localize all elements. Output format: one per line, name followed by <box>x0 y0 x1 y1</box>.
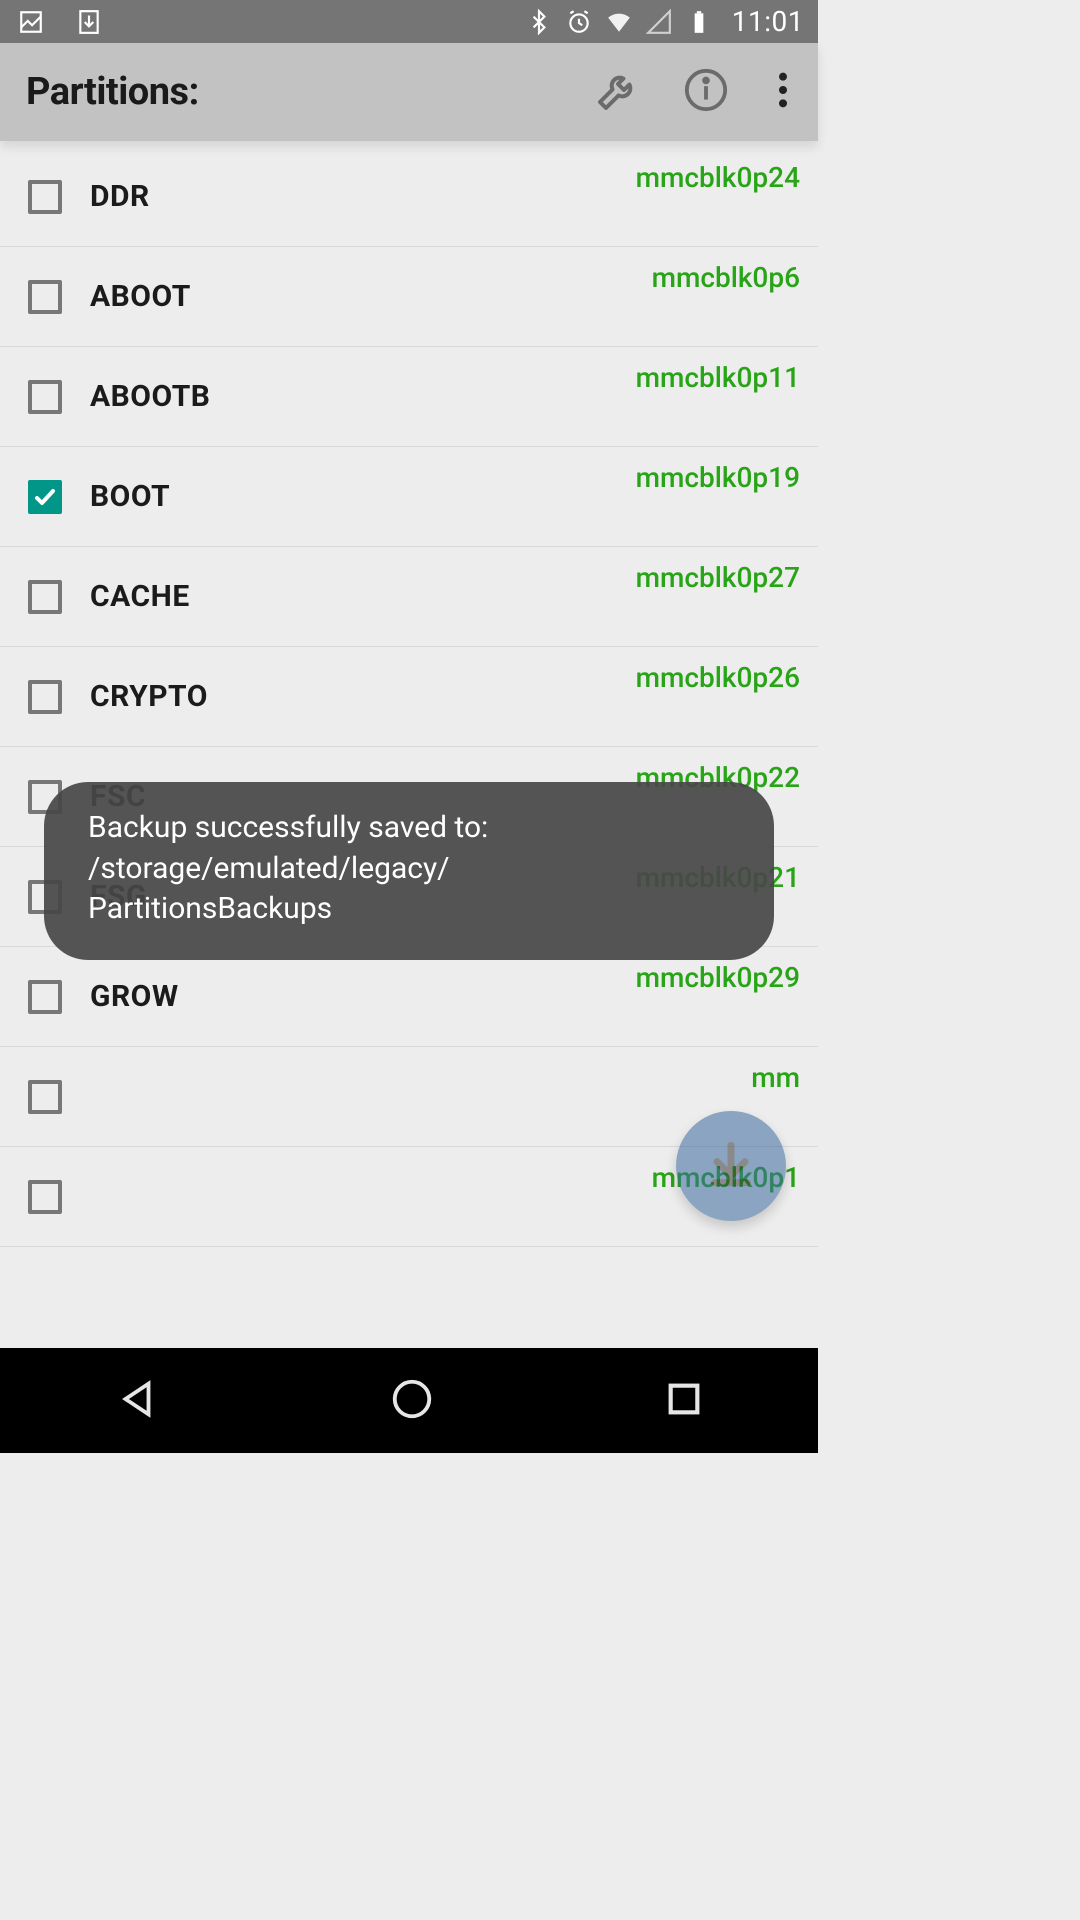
partition-device: mmcblk0p27 <box>636 561 800 594</box>
partition-row[interactable]: GROW mmcblk0p29 <box>0 947 818 1047</box>
home-button[interactable] <box>389 1376 435 1426</box>
status-left <box>18 9 102 35</box>
alarm-icon <box>566 9 592 35</box>
partition-row[interactable]: ABOOTB mmcblk0p11 <box>0 347 818 447</box>
back-icon <box>114 1407 160 1426</box>
status-bar: 11:01 <box>0 0 818 43</box>
partition-row[interactable]: CACHE mmcblk0p27 <box>0 547 818 647</box>
more-vert-icon <box>778 70 788 114</box>
picture-icon <box>18 9 44 35</box>
wrench-button[interactable] <box>592 66 644 118</box>
app-bar: Partitions: <box>0 43 818 141</box>
info-icon <box>683 67 729 117</box>
partition-checkbox[interactable] <box>28 980 62 1014</box>
partition-device: mmcblk0p24 <box>636 161 800 194</box>
navigation-bar <box>0 1348 818 1453</box>
partition-name: GROW <box>90 979 179 1014</box>
partition-checkbox[interactable] <box>28 480 62 514</box>
info-button[interactable] <box>680 66 732 118</box>
app-actions <box>592 66 798 118</box>
download-fab[interactable] <box>676 1111 786 1221</box>
partition-row[interactable]: CRYPTO mmcblk0p26 <box>0 647 818 747</box>
partition-device: mmcblk0p11 <box>636 361 800 394</box>
toast: Backup successfully saved to: /storage/e… <box>44 782 774 960</box>
wifi-icon <box>606 9 632 35</box>
partition-checkbox[interactable] <box>28 1180 62 1214</box>
partition-name: DDR <box>90 179 150 214</box>
partition-row[interactable]: BOOT mmcblk0p19 <box>0 447 818 547</box>
partition-row[interactable]: ABOOT mmcblk0p6 <box>0 247 818 347</box>
back-button[interactable] <box>114 1376 160 1426</box>
toast-line: PartitionsBackups <box>88 889 730 930</box>
wrench-icon <box>594 66 642 118</box>
toast-line: Backup successfully saved to: <box>88 808 730 849</box>
partition-name: ABOOT <box>90 279 191 314</box>
partition-name: CRYPTO <box>90 679 208 714</box>
partition-checkbox[interactable] <box>28 180 62 214</box>
partition-checkbox[interactable] <box>28 380 62 414</box>
partition-device: mmcblk0p6 <box>652 261 800 294</box>
home-icon <box>389 1407 435 1426</box>
partition-device: mmcblk0p29 <box>636 961 800 994</box>
partition-device: mmcblk0p26 <box>636 661 800 694</box>
battery-icon <box>686 9 712 35</box>
partition-row[interactable]: DDR mmcblk0p24 <box>0 147 818 247</box>
partition-checkbox[interactable] <box>28 280 62 314</box>
toast-line: /storage/emulated/legacy/ <box>88 849 730 890</box>
page-title: Partitions: <box>26 70 199 114</box>
cell-signal-icon <box>646 9 672 35</box>
square-icon <box>664 1404 704 1423</box>
partition-device: mm <box>751 1061 800 1094</box>
partition-checkbox[interactable] <box>28 1080 62 1114</box>
recent-apps-button[interactable] <box>664 1379 704 1423</box>
download-icon <box>703 1136 759 1196</box>
partition-device: mmcblk0p19 <box>636 461 800 494</box>
partition-checkbox[interactable] <box>28 580 62 614</box>
partition-name: BOOT <box>90 479 170 514</box>
status-time: 11:01 <box>732 5 804 38</box>
download-icon <box>76 9 102 35</box>
overflow-menu-button[interactable] <box>768 66 798 118</box>
status-right: 11:01 <box>526 5 804 38</box>
partition-checkbox[interactable] <box>28 680 62 714</box>
bluetooth-icon <box>526 9 552 35</box>
partition-list[interactable]: DDR mmcblk0p24 ABOOT mmcblk0p6 ABOOTB mmcblk0… <box>0 141 818 1247</box>
partition-name: CACHE <box>90 579 190 614</box>
partition-name: ABOOTB <box>90 379 210 414</box>
